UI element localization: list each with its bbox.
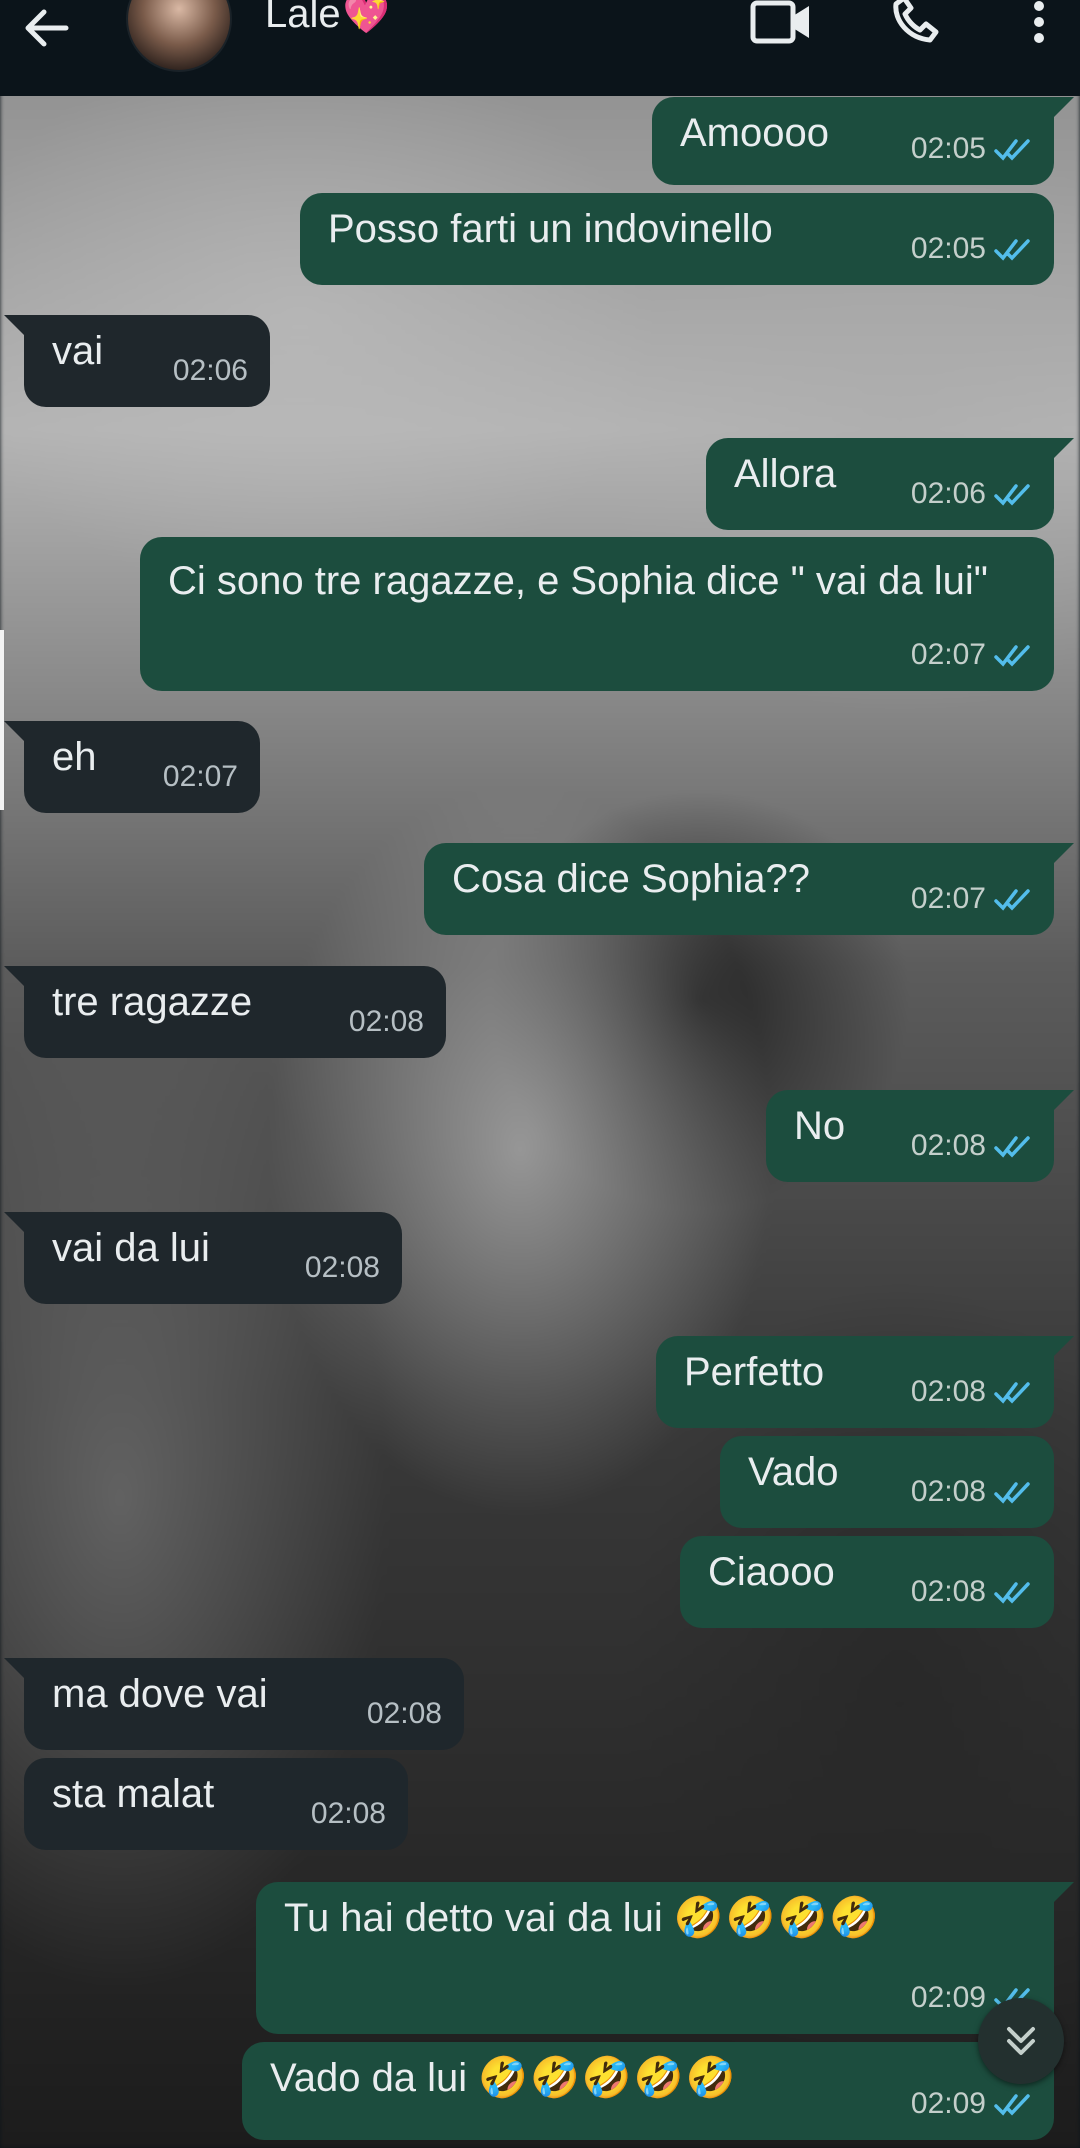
read-ticks-icon (994, 1136, 1030, 1158)
message-text: No (794, 1104, 846, 1148)
read-ticks-icon (994, 239, 1030, 261)
message-meta: 02:09 (911, 2078, 1032, 2130)
voice-call-icon[interactable] (890, 0, 942, 44)
message-time: 02:07 (162, 760, 238, 793)
rolling-laughing-emoji: 🤣🤣🤣🤣 (673, 1896, 882, 1940)
message-meta: 02:07 (911, 873, 1032, 925)
read-ticks-icon (994, 1582, 1030, 1604)
message-text: Perfetto (684, 1350, 825, 1394)
message-bubble-incoming[interactable]: sta malat 02:08 (24, 1758, 408, 1850)
contact-avatar[interactable] (126, 0, 232, 72)
message-bubble-outgoing[interactable]: Amoooo 02:05 (652, 97, 1074, 185)
video-call-icon[interactable] (750, 0, 812, 44)
message-bubble-outgoing[interactable]: Vado da lui 🤣🤣🤣🤣🤣 02:09 (242, 2042, 1054, 2140)
message-meta: 02:08 (305, 1242, 380, 1294)
message-meta: 02:08 (911, 1120, 1032, 1172)
message-time: 02:08 (366, 1697, 442, 1730)
message-text: vai da lui (52, 1226, 210, 1270)
chat-header: Lale💖 (0, 0, 1080, 96)
scroll-to-bottom-button[interactable] (978, 1998, 1064, 2084)
message-meta: 02:07 (911, 629, 1032, 681)
message-bubble-outgoing[interactable]: Posso farti un indovinello 02:05 (300, 193, 1054, 285)
message-bubble-outgoing[interactable]: Tu hai detto vai da lui 🤣🤣🤣🤣 02:09 (256, 1882, 1074, 2034)
edge-indicator (0, 630, 4, 810)
message-bubble-outgoing[interactable]: Cosa dice Sophia?? 02:07 (424, 843, 1074, 935)
read-ticks-icon (994, 484, 1030, 506)
back-arrow-icon[interactable] (22, 8, 70, 48)
message-bubble-outgoing[interactable]: Perfetto 02:08 (656, 1336, 1074, 1428)
message-bubble-outgoing[interactable]: Ci sono tre ragazze, e Sophia dice " vai… (140, 537, 1054, 691)
message-time: 02:08 (304, 1251, 380, 1284)
rolling-laughing-emoji: 🤣🤣🤣🤣🤣 (478, 2056, 738, 2100)
read-ticks-icon (994, 889, 1030, 911)
message-time: 02:07 (910, 882, 986, 915)
more-options-icon[interactable] (1032, 0, 1046, 46)
message-meta: 02:08 (911, 1466, 1032, 1518)
message-meta: 02:08 (349, 996, 424, 1048)
message-time: 02:08 (910, 1129, 986, 1162)
message-text: Tu hai detto vai da lui 🤣🤣🤣🤣 (284, 1896, 882, 1940)
message-time: 02:06 (910, 477, 986, 510)
message-time: 02:08 (910, 1375, 986, 1408)
read-ticks-icon (994, 645, 1030, 667)
message-bubble-incoming[interactable]: tre ragazze 02:08 (4, 966, 446, 1058)
read-ticks-icon (994, 2094, 1030, 2116)
message-bubble-outgoing[interactable]: Allora 02:06 (706, 438, 1074, 530)
message-time: 02:08 (348, 1005, 424, 1038)
message-meta: 02:05 (911, 223, 1032, 275)
message-bubble-outgoing[interactable]: No 02:08 (766, 1090, 1074, 1182)
message-text: sta malat (52, 1772, 215, 1816)
contact-name[interactable]: Lale💖 (265, 0, 390, 37)
message-text: Vado da lui 🤣🤣🤣🤣🤣 (270, 2056, 738, 2100)
message-text: Vado (748, 1450, 839, 1494)
message-text: vai (52, 329, 104, 373)
message-time: 02:06 (172, 354, 248, 387)
message-meta: 02:08 (311, 1788, 386, 1840)
read-ticks-icon (994, 1382, 1030, 1404)
double-chevron-down-icon (1007, 2027, 1035, 2055)
message-meta: 02:08 (911, 1566, 1032, 1618)
read-ticks-icon (994, 139, 1030, 161)
message-bubble-outgoing[interactable]: Ciaooo 02:08 (680, 1536, 1054, 1628)
message-text: Ciaooo (708, 1550, 835, 1594)
message-meta: 02:06 (173, 345, 248, 397)
message-text: Ci sono tre ragazze, e Sophia dice " vai… (168, 559, 988, 603)
message-bubble-incoming[interactable]: ma dove vai 02:08 (4, 1658, 464, 1750)
message-time: 02:08 (910, 1575, 986, 1608)
read-ticks-icon (994, 1482, 1030, 1504)
message-text: Cosa dice Sophia?? (452, 857, 811, 901)
message-time: 02:05 (910, 132, 986, 165)
message-time: 02:07 (910, 638, 986, 671)
message-meta: 02:08 (911, 1366, 1032, 1418)
message-text: eh (52, 735, 97, 779)
message-time: 02:09 (910, 2087, 986, 2120)
message-time: 02:09 (910, 1981, 986, 2014)
message-bubble-outgoing[interactable]: Vado 02:08 (720, 1436, 1054, 1528)
message-time: 02:08 (310, 1797, 386, 1830)
message-time: 02:08 (910, 1475, 986, 1508)
message-time: 02:05 (910, 232, 986, 265)
message-text: Allora (734, 452, 837, 496)
message-text: Amoooo (680, 111, 829, 155)
message-bubble-incoming[interactable]: vai 02:06 (4, 315, 270, 407)
message-meta: 02:06 (911, 468, 1032, 520)
message-bubble-incoming[interactable]: vai da lui 02:08 (4, 1212, 402, 1304)
message-text: ma dove vai (52, 1672, 268, 1716)
message-meta: 02:07 (163, 751, 238, 803)
message-bubble-incoming[interactable]: eh 02:07 (4, 721, 260, 813)
message-text: tre ragazze (52, 980, 253, 1024)
message-text: Posso farti un indovinello (328, 207, 773, 251)
message-meta: 02:08 (367, 1688, 442, 1740)
heart-emoji: 💖 (342, 0, 390, 36)
message-meta: 02:05 (911, 123, 1032, 175)
